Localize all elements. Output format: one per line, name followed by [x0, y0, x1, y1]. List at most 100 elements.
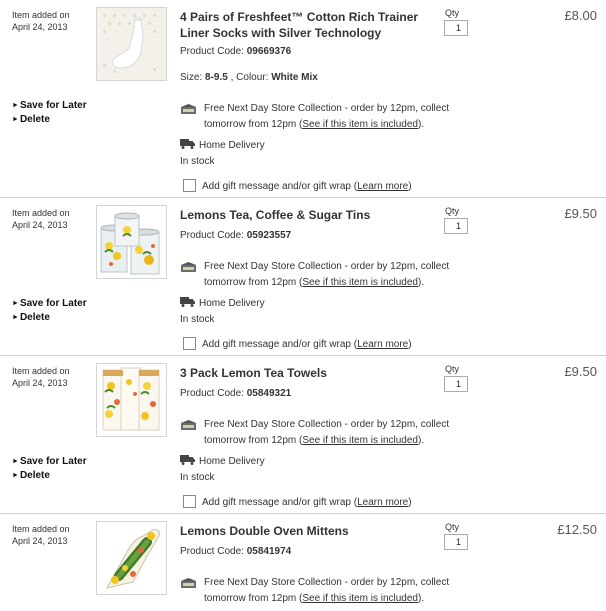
save-for-later-link[interactable]: ►Save for Later	[12, 298, 87, 309]
item-added-info: Item added on April 24, 2013	[12, 9, 70, 33]
store-collection-text: Free Next Day Store Collection - order b…	[204, 261, 450, 272]
qty-input[interactable]: 1	[444, 534, 468, 550]
arrow-bullet-icon: ►	[12, 300, 19, 307]
store-collection-icon	[181, 104, 196, 114]
item-added-date: April 24, 2013	[12, 22, 68, 32]
stock-status: In stock	[180, 314, 215, 325]
item-price: £8.00	[564, 8, 597, 23]
item-price: £9.50	[564, 364, 597, 379]
store-collection-time: tomorrow from 12pm	[204, 593, 297, 604]
store-collection-icon	[181, 420, 196, 430]
store-collection-text: Free Next Day Store Collection - order b…	[204, 577, 450, 588]
home-delivery: Home Delivery	[180, 455, 265, 467]
delete-link[interactable]: ►Delete	[12, 470, 50, 481]
learn-more-link[interactable]: Learn more	[357, 181, 408, 192]
home-delivery: Home Delivery	[180, 139, 265, 151]
save-for-later-link[interactable]: ►Save for Later	[12, 100, 87, 111]
qty-input[interactable]: 1	[444, 376, 468, 392]
learn-more-link[interactable]: Learn more	[357, 339, 408, 350]
product-title[interactable]: Lemons Double Oven Mittens	[180, 523, 430, 539]
item-added-info: Item added on April 24, 2013	[12, 523, 70, 547]
basket-item: Item added on April 24, 2013 Lemons Doub…	[0, 514, 606, 611]
product-image[interactable]	[96, 7, 167, 81]
see-if-included-link[interactable]: See if this item is included	[302, 593, 418, 604]
product-code: Product Code: 05849321	[180, 388, 291, 399]
arrow-bullet-icon: ►	[12, 472, 19, 479]
store-collection-info: Free Next Day Store Collection - order b…	[180, 259, 480, 291]
store-collection-info: Free Next Day Store Collection - order b…	[180, 575, 480, 607]
item-added-label: Item added on	[12, 366, 70, 376]
qty-label: Qty	[445, 206, 460, 216]
delete-label: Delete	[19, 470, 50, 481]
store-collection-icon	[181, 262, 196, 272]
basket-item: Item added on April 24, 2013 Lemons Tea,…	[0, 198, 606, 356]
arrow-bullet-icon: ►	[12, 102, 19, 109]
item-added-date: April 24, 2013	[12, 536, 68, 546]
gift-option-label: Add gift message and/or gift wrap	[202, 497, 351, 508]
gift-option-label: Add gift message and/or gift wrap	[202, 181, 351, 192]
oven-mittens-image	[97, 522, 166, 594]
basket-list: Item added on April 24, 2013 4 Pairs of …	[0, 0, 606, 611]
item-added-date: April 24, 2013	[12, 378, 68, 388]
product-code-label: Product Code:	[180, 46, 244, 57]
delivery-truck-icon	[180, 455, 195, 465]
product-code-value: 05841974	[246, 546, 292, 557]
delivery-truck-icon	[180, 297, 195, 307]
product-image[interactable]	[96, 521, 167, 595]
product-code-value: 05849321	[246, 388, 292, 399]
home-delivery-label: Home Delivery	[199, 456, 265, 467]
product-code: Product Code: 05923557	[180, 230, 291, 241]
tins-image	[97, 206, 166, 278]
delete-label: Delete	[19, 312, 50, 323]
product-image[interactable]	[96, 205, 167, 279]
qty-input[interactable]: 1	[444, 20, 468, 36]
item-added-info: Item added on April 24, 2013	[12, 207, 70, 231]
save-for-later-link[interactable]: ►Save for Later	[12, 456, 87, 467]
qty-input[interactable]: 1	[444, 218, 468, 234]
store-collection-text: Free Next Day Store Collection - order b…	[204, 419, 450, 430]
qty-label: Qty	[445, 364, 460, 374]
item-price: £12.50	[557, 522, 597, 537]
gift-option: Add gift message and/or gift wrap (Learn…	[183, 495, 412, 508]
product-image[interactable]	[96, 363, 167, 437]
product-title[interactable]: 4 Pairs of Freshfeet™ Cotton Rich Traine…	[180, 9, 430, 41]
product-code-label: Product Code:	[180, 230, 244, 241]
product-title[interactable]: 3 Pack Lemon Tea Towels	[180, 365, 430, 381]
product-code-value: 09669376	[246, 46, 292, 57]
item-added-label: Item added on	[12, 10, 70, 20]
home-delivery-label: Home Delivery	[199, 140, 265, 151]
product-title[interactable]: Lemons Tea, Coffee & Sugar Tins	[180, 207, 430, 223]
see-if-included-link[interactable]: See if this item is included	[302, 277, 418, 288]
see-if-included-link[interactable]: See if this item is included	[302, 119, 418, 130]
product-code-label: Product Code:	[180, 388, 244, 399]
colour-value: White Mix	[271, 72, 318, 83]
store-collection-time: tomorrow from 12pm	[204, 277, 297, 288]
size-value: 8-9.5	[205, 72, 228, 83]
colour-label: Colour:	[236, 72, 269, 83]
qty-label: Qty	[445, 8, 460, 18]
item-price: £9.50	[564, 206, 597, 221]
store-collection-icon	[181, 578, 196, 588]
delete-link[interactable]: ►Delete	[12, 312, 50, 323]
arrow-bullet-icon: ►	[12, 458, 19, 465]
socks-image	[97, 8, 166, 80]
delete-link[interactable]: ►Delete	[12, 114, 50, 125]
stock-status: In stock	[180, 156, 215, 167]
product-code-value: 05923557	[246, 230, 292, 241]
save-for-later-label: Save for Later	[19, 456, 87, 467]
gift-wrap-checkbox[interactable]	[183, 495, 196, 508]
arrow-bullet-icon: ►	[12, 116, 19, 123]
arrow-bullet-icon: ►	[12, 314, 19, 321]
qty-label: Qty	[445, 522, 460, 532]
store-collection-text: Free Next Day Store Collection - order b…	[204, 103, 450, 114]
gift-wrap-checkbox[interactable]	[183, 179, 196, 192]
see-if-included-link[interactable]: See if this item is included	[302, 435, 418, 446]
store-collection-info: Free Next Day Store Collection - order b…	[180, 417, 480, 449]
gift-wrap-checkbox[interactable]	[183, 337, 196, 350]
learn-more-link[interactable]: Learn more	[357, 497, 408, 508]
store-collection-time: tomorrow from 12pm	[204, 119, 297, 130]
basket-item: Item added on April 24, 2013 3 Pack Lemo…	[0, 356, 606, 514]
store-collection-info: Free Next Day Store Collection - order b…	[180, 101, 480, 133]
product-code: Product Code: 09669376	[180, 46, 291, 57]
delete-label: Delete	[19, 114, 50, 125]
